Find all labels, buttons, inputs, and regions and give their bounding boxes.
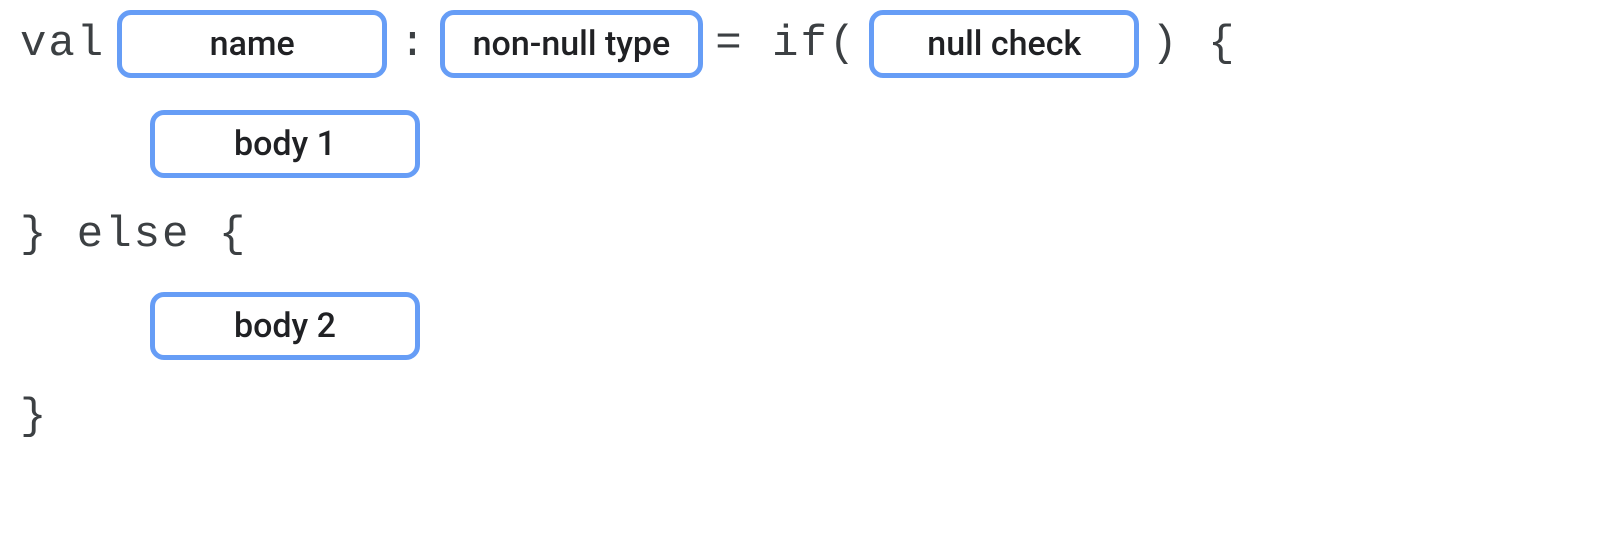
placeholder-name: name <box>117 10 387 78</box>
symbol-close-brace: } <box>20 392 48 442</box>
syntax-diagram: val name : non-null type = if( null chec… <box>20 10 1580 442</box>
line-body-2: body 2 <box>150 292 1580 360</box>
placeholder-type: non-null type <box>440 10 704 78</box>
symbol-else: } else { <box>20 210 247 260</box>
line-declaration: val name : non-null type = if( null chec… <box>20 10 1580 78</box>
line-body-1: body 1 <box>150 110 1580 178</box>
line-else: } else { <box>20 210 1580 260</box>
symbol-close-paren-open-brace: ) { <box>1151 19 1236 69</box>
symbol-equals-if-open: = if( <box>715 19 857 69</box>
line-close: } <box>20 392 1580 442</box>
keyword-val: val <box>20 19 105 69</box>
placeholder-body-2: body 2 <box>150 292 420 360</box>
placeholder-condition: null check <box>869 10 1139 78</box>
symbol-colon: : <box>399 19 427 69</box>
placeholder-body-1: body 1 <box>150 110 420 178</box>
